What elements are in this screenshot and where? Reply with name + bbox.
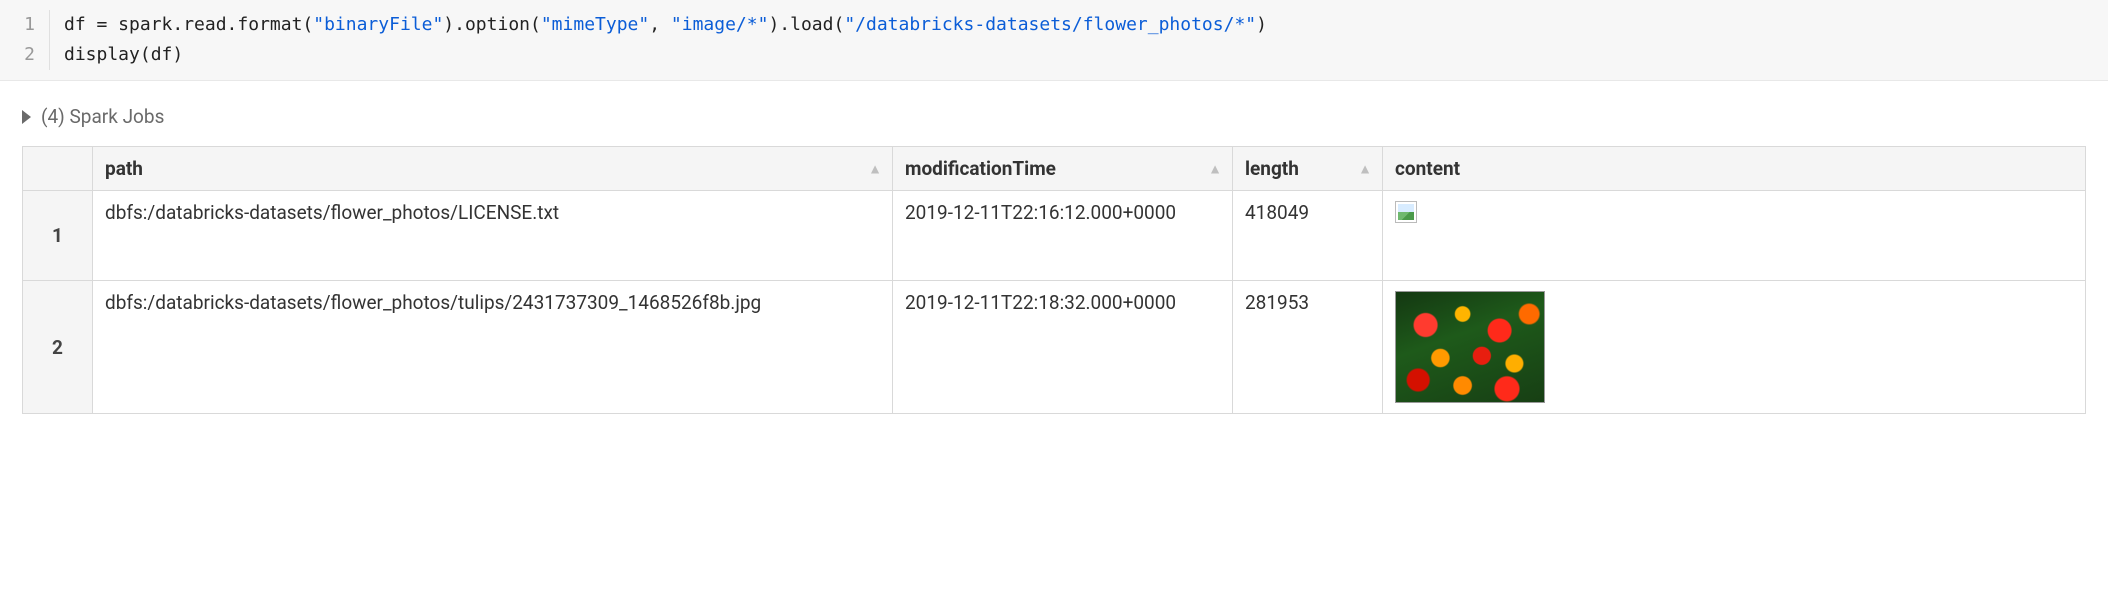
code-token: ).option( <box>443 14 541 35</box>
code-string: "/databricks-datasets/flower_photos/*" <box>844 14 1256 35</box>
code-cell[interactable]: 1 2 df = spark.read.format("binaryFile")… <box>0 0 2108 81</box>
spark-jobs-label: (4) Spark Jobs <box>41 105 164 128</box>
code-token: ) <box>1256 14 1267 35</box>
broken-image-icon <box>1395 201 1417 223</box>
cell-path: dbfs:/databricks-datasets/flower_photos/… <box>93 281 893 414</box>
code-string: "binaryFile" <box>313 14 443 35</box>
spark-jobs-toggle[interactable]: (4) Spark Jobs <box>22 95 2086 146</box>
col-label: path <box>105 157 143 180</box>
col-label: content <box>1395 157 1460 180</box>
col-label: modificationTime <box>905 157 1056 180</box>
result-table: path ▲ modificationTime ▲ length ▲ conte… <box>22 146 2086 414</box>
table-header-row: path ▲ modificationTime ▲ length ▲ conte… <box>23 147 2086 191</box>
code-token: display(df) <box>64 44 183 65</box>
col-header-mtime[interactable]: modificationTime ▲ <box>893 147 1233 191</box>
image-thumbnail[interactable] <box>1395 291 1545 403</box>
col-header-path[interactable]: path ▲ <box>93 147 893 191</box>
cell-length: 281953 <box>1233 281 1383 414</box>
triangle-right-icon <box>22 110 31 124</box>
col-header-length[interactable]: length ▲ <box>1233 147 1383 191</box>
cell-mtime: 2019-12-11T22:18:32.000+0000 <box>893 281 1233 414</box>
table-row[interactable]: 1 dbfs:/databricks-datasets/flower_photo… <box>23 191 2086 281</box>
cell-length: 418049 <box>1233 191 1383 281</box>
col-header-content[interactable]: content <box>1383 147 2086 191</box>
row-number-header[interactable] <box>23 147 93 191</box>
row-number: 2 <box>23 281 93 414</box>
cell-path: dbfs:/databricks-datasets/flower_photos/… <box>93 191 893 281</box>
col-label: length <box>1245 157 1299 180</box>
cell-content <box>1383 191 2086 281</box>
code-token: df = spark.read.format( <box>64 14 313 35</box>
code-string: "mimeType" <box>541 14 649 35</box>
row-number: 1 <box>23 191 93 281</box>
line-number: 1 <box>0 10 35 40</box>
code-token: , <box>649 14 671 35</box>
table-row[interactable]: 2 dbfs:/databricks-datasets/flower_photo… <box>23 281 2086 414</box>
code-editor[interactable]: df = spark.read.format("binaryFile").opt… <box>50 10 2108 70</box>
line-gutter: 1 2 <box>0 10 50 70</box>
cell-content <box>1383 281 2086 414</box>
sort-icon[interactable]: ▲ <box>1208 160 1222 177</box>
line-number: 2 <box>0 40 35 70</box>
sort-icon[interactable]: ▲ <box>1358 160 1372 177</box>
code-string: "image/*" <box>671 14 769 35</box>
cell-mtime: 2019-12-11T22:16:12.000+0000 <box>893 191 1233 281</box>
cell-output: (4) Spark Jobs path ▲ modificationTime ▲… <box>0 81 2108 424</box>
sort-icon[interactable]: ▲ <box>868 160 882 177</box>
code-token: ).load( <box>768 14 844 35</box>
